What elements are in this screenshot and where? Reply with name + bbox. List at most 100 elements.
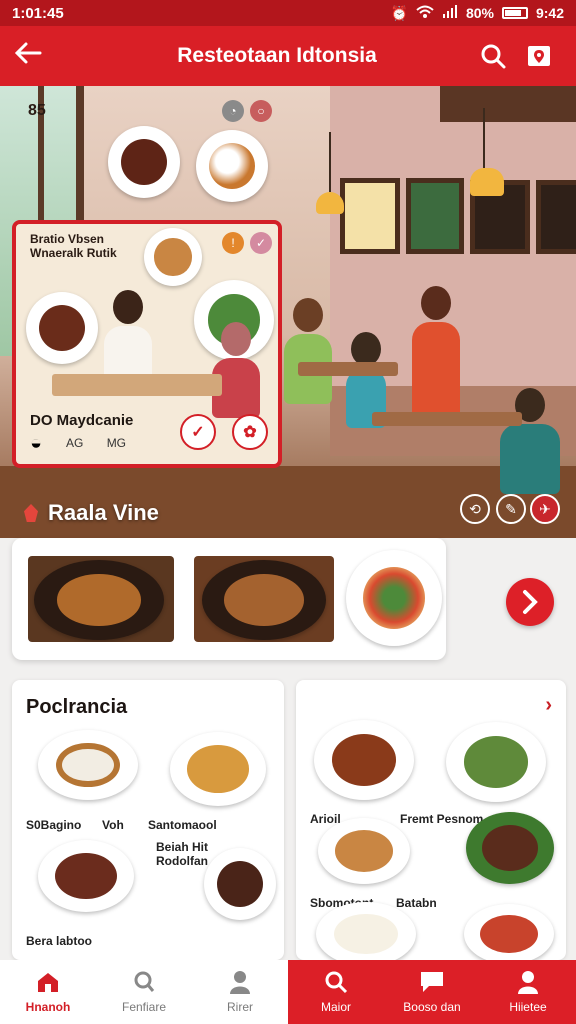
battery-icon (501, 7, 528, 19)
card-plate-meat (26, 292, 98, 364)
card-icon-orange[interactable]: ! (222, 232, 244, 254)
featured-card-title: Bratio Vbsen Wnaeralk Rutik (30, 232, 117, 260)
nav-user[interactable]: Rirer (192, 960, 288, 1024)
nav-favorites[interactable]: Fenfiare (96, 960, 192, 1024)
featured-card[interactable]: Bratio Vbsen Wnaeralk Rutik ! ✓ DO Maydc… (12, 220, 282, 468)
dish-label: S0Bagino (26, 818, 82, 832)
check-icon: ✓ (191, 424, 205, 441)
diner-illustration-3 (412, 286, 460, 418)
share-button[interactable]: ⟲ (460, 494, 490, 524)
dish-carousel (12, 538, 446, 660)
app-bar: Resteotaan Idtonsia (0, 26, 576, 86)
search-icon (481, 44, 506, 69)
carousel-image-2[interactable] (194, 556, 334, 642)
nav-user-label: Rirer (227, 1000, 253, 1014)
hero-top-badge: 85 (28, 102, 46, 119)
location-marker-icon (24, 504, 38, 522)
signal-icon (442, 4, 458, 22)
carousel-image-3[interactable] (346, 550, 442, 646)
nav-search-label: Maior (320, 1000, 351, 1014)
nav-messages-label: Booso dan (403, 1000, 461, 1014)
dish-label: Fremt Pesnom (400, 812, 484, 826)
dish-label: Bera labtoo (26, 934, 93, 948)
carousel-next-button[interactable] (506, 578, 554, 626)
wifi-icon (416, 5, 434, 22)
popular-panel-title: Poclrancia (26, 696, 128, 718)
dish-soup[interactable] (464, 904, 554, 960)
status-clock: 9:42 (535, 5, 564, 21)
see-more-button[interactable]: › (545, 694, 552, 717)
confirm-button[interactable]: ✓ (180, 414, 216, 450)
dish-rice-lemon[interactable] (316, 902, 416, 960)
status-icons: ⏰ 80% 9:42 (390, 4, 564, 22)
dish-label: Rodolfan (156, 854, 208, 868)
popular-panel: Poclrancia S0Bagino Voh Santomaool Beiah… (12, 680, 284, 960)
dish-label: Batabn (396, 896, 437, 910)
favorite-button[interactable]: ✿ (232, 414, 268, 450)
dish-gado-gado[interactable] (446, 722, 546, 802)
diner-illustration-1 (284, 298, 332, 404)
nav-home[interactable]: Hnanoh (0, 960, 96, 1024)
nav-home-label: Hnanoh (25, 1000, 71, 1014)
edit-button[interactable]: ✎ (496, 494, 526, 524)
battery-text: 80% (465, 5, 494, 21)
chat-icon (419, 970, 445, 994)
card-table-illustration (52, 374, 222, 396)
bookmark-icon: ✈ (539, 500, 551, 517)
sparkle-icon: ✿ (243, 424, 257, 441)
dish-beef[interactable] (466, 812, 554, 884)
dish-rice-chicken[interactable] (38, 730, 138, 800)
dish-grilled-fish[interactable] (314, 720, 414, 800)
map-pin-icon (528, 46, 550, 66)
hanging-plate-rice (196, 130, 268, 202)
card-woman-hijab-illustration (212, 322, 260, 418)
back-button[interactable] (14, 39, 54, 73)
menu-frame-2 (406, 178, 464, 254)
map-button[interactable] (516, 43, 562, 69)
person-icon (227, 970, 253, 994)
home-icon (35, 970, 61, 994)
page-title: Resteotaan Idtonsia (177, 44, 377, 67)
pendant-lamp-1 (316, 132, 344, 214)
featured-card-meta: AG MG (66, 436, 127, 450)
hanging-plate-meat (108, 126, 180, 198)
nav-messages[interactable]: Booso dan (384, 960, 480, 1024)
search-person-icon (131, 970, 157, 994)
table-illustration-1 (298, 362, 398, 376)
search-button[interactable] (470, 43, 516, 69)
nav-profile[interactable]: Hiietee (480, 960, 576, 1024)
card-icon-pink[interactable]: ✓ (250, 232, 272, 254)
dish-label: Santomaool (148, 818, 217, 832)
bottom-navigation: Hnanoh Fenfiare Rirer Maior Booso dan Hi… (0, 960, 576, 1024)
nav-profile-label: Hiietee (509, 1000, 547, 1014)
chevron-right-icon (523, 590, 538, 614)
bookmark-button[interactable]: ✈ (530, 494, 560, 524)
dish-rendang[interactable] (38, 840, 134, 912)
nav-search[interactable]: Maior (288, 960, 384, 1024)
status-time: 1:01:45 (12, 4, 64, 22)
featured-card-name: DO Maydcanie (30, 412, 134, 429)
dish-sate[interactable] (204, 848, 276, 920)
profile-icon (515, 970, 541, 994)
diner-illustration-4 (500, 388, 560, 494)
recommended-panel: › Arioil Fremt Pesnom Sbomotont Batabn (296, 680, 566, 960)
carousel-image-1[interactable] (28, 556, 174, 642)
pendant-lamp-2 (470, 108, 504, 196)
menu-frame-1 (340, 178, 400, 254)
hero-icon-a[interactable]: ◔ (222, 100, 244, 122)
dish-nasi-goreng[interactable] (318, 818, 410, 884)
hero-icon-b[interactable]: ○ (250, 100, 272, 122)
dish-fried-rice[interactable] (170, 732, 266, 806)
nav-favorites-label: Fenfiare (121, 1000, 167, 1014)
card-plate-rice (144, 228, 202, 286)
ceiling-beam (440, 86, 576, 122)
table-illustration-2 (372, 412, 522, 426)
menu-frame-4 (536, 180, 576, 254)
dish-label: Beiah Hit (156, 840, 209, 854)
alarm-icon: ⏰ (390, 4, 408, 21)
restaurant-name: Raala Vine (24, 500, 159, 526)
pen-icon: ✎ (505, 500, 517, 517)
helmet-icon: ◒ (30, 432, 43, 454)
hero-banner: 85 ◔ ○ Bratio Vbsen Wnaeralk Rutik ! ✓ D… (0, 86, 576, 538)
dish-label: Voh (102, 818, 124, 832)
